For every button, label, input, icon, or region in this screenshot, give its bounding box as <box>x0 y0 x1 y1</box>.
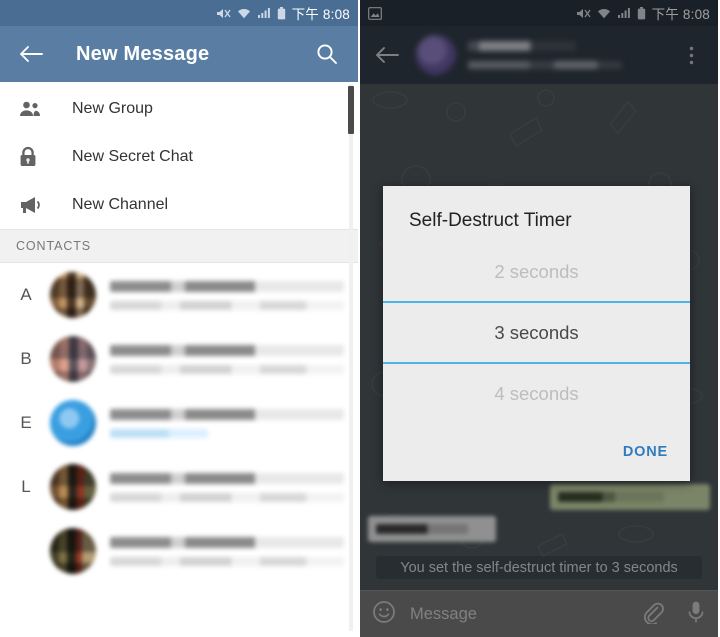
search-icon <box>317 44 337 64</box>
contacts-list: A B E L <box>0 263 358 583</box>
status-bar-time: 下午 8:08 <box>291 7 350 22</box>
contact-index-letter: L <box>21 477 31 496</box>
list-item[interactable]: B <box>0 327 358 391</box>
done-button[interactable]: DONE <box>623 444 668 460</box>
status-bar-left: 下午 8:08 <box>0 0 358 26</box>
scrollbar-thumb[interactable] <box>348 86 354 134</box>
page-title: New Message <box>76 42 210 65</box>
left-app-bar: New Message <box>0 26 358 82</box>
back-button[interactable] <box>16 39 46 69</box>
contacts-section-header: CONTACTS <box>0 229 358 263</box>
dual-screenshot: 下午 8:08 New Message New Group New Secret… <box>0 0 720 637</box>
avatar <box>50 464 96 510</box>
contact-name-redacted <box>110 280 344 292</box>
contact-name-redacted <box>110 472 344 484</box>
contact-name-redacted <box>110 408 344 420</box>
menu-label: New Group <box>72 100 153 117</box>
picker-option-next[interactable]: 4 seconds <box>383 364 690 423</box>
avatar <box>50 400 96 446</box>
menu-label: New Channel <box>72 196 169 213</box>
contact-status-redacted <box>110 492 344 502</box>
contact-text <box>110 472 358 502</box>
battery-icon <box>277 6 285 19</box>
section-header-label: CONTACTS <box>16 239 92 253</box>
contact-status-redacted <box>110 428 209 438</box>
list-item[interactable]: L <box>0 455 358 519</box>
new-message-menu: New Group New Secret Chat New Channel <box>0 82 358 229</box>
menu-item-new-channel[interactable]: New Channel <box>0 181 358 229</box>
menu-item-new-group[interactable]: New Group <box>0 85 358 133</box>
picker-option-previous[interactable]: 2 seconds <box>383 242 690 301</box>
dialog-title: Self-Destruct Timer <box>409 210 572 231</box>
contact-status-redacted <box>110 364 344 374</box>
wifi-icon <box>237 8 250 19</box>
contact-name-redacted <box>110 536 344 548</box>
avatar <box>50 272 96 318</box>
status-bar-icons: 下午 8:08 <box>216 3 350 23</box>
contact-text <box>110 536 358 566</box>
search-button[interactable] <box>312 39 342 69</box>
avatar <box>50 528 96 574</box>
lock-icon <box>18 146 52 168</box>
contact-text <box>110 408 358 438</box>
list-item[interactable]: A <box>0 263 358 327</box>
right-screen-secret-chat: 下午 8:08 You set the self-destruct timer … <box>360 0 718 637</box>
contact-text <box>110 280 358 310</box>
contact-status-redacted <box>110 556 344 566</box>
contact-name-redacted <box>110 344 344 356</box>
menu-label: New Secret Chat <box>72 148 193 165</box>
menu-item-new-secret-chat[interactable]: New Secret Chat <box>0 133 358 181</box>
back-arrow-icon <box>20 46 43 62</box>
picker-option-selected[interactable]: 3 seconds <box>383 303 690 362</box>
contact-text <box>110 344 358 374</box>
group-icon <box>18 100 52 118</box>
contact-status-redacted <box>110 300 344 310</box>
list-item[interactable] <box>0 519 358 583</box>
dialog-actions: DONE <box>383 423 690 481</box>
channel-icon <box>18 195 52 215</box>
contact-index-letter: E <box>20 413 32 432</box>
left-screen-new-message: 下午 8:08 New Message New Group New Secret… <box>0 0 360 637</box>
timer-number-picker[interactable]: 2 seconds 3 seconds 4 seconds <box>383 242 690 423</box>
self-destruct-timer-dialog: Self-Destruct Timer 2 seconds 3 seconds … <box>383 186 690 481</box>
contact-index-letter: B <box>20 349 32 368</box>
scrollbar[interactable] <box>349 84 353 631</box>
contact-index-letter: A <box>20 285 32 304</box>
list-item[interactable]: E <box>0 391 358 455</box>
mute-icon <box>216 8 231 18</box>
signal-icon <box>257 8 270 18</box>
avatar <box>50 336 96 382</box>
